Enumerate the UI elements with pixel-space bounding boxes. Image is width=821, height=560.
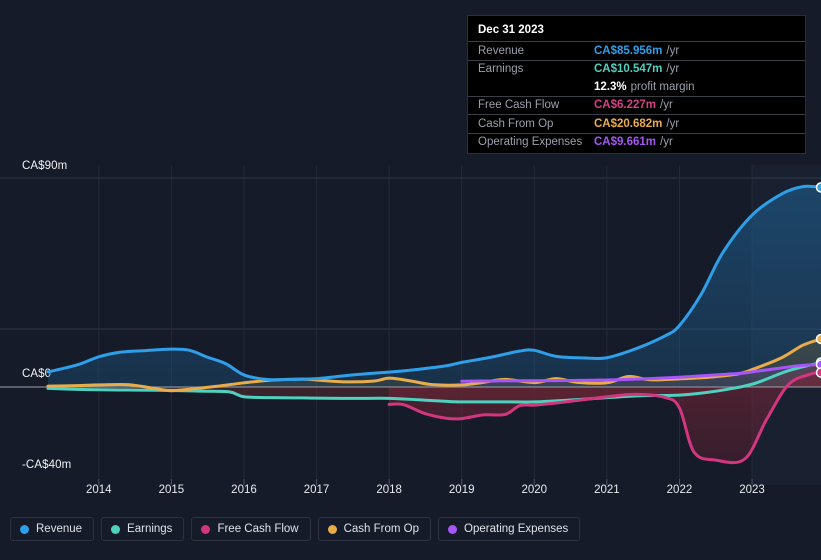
- tooltip-row-label: Operating Expenses: [478, 136, 583, 149]
- series-endpoint-marker-revenue[interactable]: [815, 182, 821, 193]
- financial-chart-widget: CA$90m CA$0 -CA$40m 2014 2015 2016 2017 2018…: [0, 0, 821, 560]
- tooltip-row-value: CA$6.227m: [594, 99, 657, 112]
- tooltip-row: 12.3% profit margin: [468, 78, 805, 96]
- tooltip-row: Cash From Op CA$20.682m/yr: [468, 114, 805, 133]
- series-endpoint-marker-cash-from-op[interactable]: [815, 333, 821, 345]
- legend-item-label: Free Cash Flow: [217, 523, 299, 535]
- tooltip-row: Earnings CA$10.547m/yr: [468, 59, 805, 79]
- x-axis-label-2019: 2019: [448, 484, 475, 496]
- tooltip-row-value: 12.3%: [594, 80, 627, 93]
- tooltip-row-unit: /yr: [666, 117, 680, 130]
- tooltip-date: Dec 31 2023: [478, 24, 544, 36]
- tooltip-row-value: CA$85.956m: [594, 44, 663, 57]
- tooltip-row-label: Free Cash Flow: [478, 99, 560, 112]
- legend-item-revenue[interactable]: Revenue: [10, 517, 95, 541]
- tooltip-row-label: Revenue: [478, 44, 525, 57]
- tooltip-row: Revenue CA$85.956m/yr: [468, 41, 805, 60]
- legend-item-earnings[interactable]: Earnings: [101, 517, 185, 541]
- legend-color-dot-icon: [201, 524, 211, 534]
- legend-item-cash-from-op[interactable]: Cash From Op: [317, 517, 432, 541]
- tooltip-row-unit: /yr: [660, 136, 673, 149]
- tooltip-row-value: CA$10.547m: [594, 63, 663, 76]
- legend-item-label: Cash From Op: [343, 523, 420, 535]
- x-axis-label-2018: 2018: [376, 484, 402, 496]
- legend-color-dot-icon: [327, 524, 337, 534]
- tooltip-row-label: Cash From Op: [478, 117, 554, 130]
- x-axis-label-2020: 2020: [521, 484, 548, 496]
- tooltip-row-unit: /yr: [666, 44, 680, 57]
- tooltip-row-unit: profit margin: [630, 80, 695, 93]
- legend-color-dot-icon: [448, 524, 458, 534]
- x-axis-label-2023: 2023: [739, 484, 765, 496]
- tooltip-row-value: CA$20.682m: [594, 117, 663, 130]
- x-axis-label-2017: 2017: [303, 484, 330, 496]
- x-axis-label-2016: 2016: [231, 484, 257, 496]
- x-axis-label-2021: 2021: [594, 484, 620, 496]
- data-tooltip: Dec 31 2023 Revenue CA$85.956m/yr Earnings…: [467, 15, 806, 154]
- legend-item-label: Earnings: [127, 523, 173, 535]
- tooltip-row: Free Cash Flow CA$6.227m/yr: [468, 95, 805, 115]
- x-axis: 2014 2015 2016 2017 2018 2019 2020 2021 2022 2023: [0, 484, 821, 504]
- tooltip-row-unit: /yr: [660, 99, 673, 112]
- chart-legend[interactable]: Revenue Earnings Free Cash Flow Cash From O…: [10, 517, 581, 541]
- chart-plot-area[interactable]: [0, 165, 821, 485]
- x-axis-label-2014: 2014: [86, 484, 112, 496]
- legend-item-free-cash-flow[interactable]: Free Cash Flow: [191, 517, 311, 541]
- legend-item-operating-expenses[interactable]: Operating Expenses: [438, 517, 581, 541]
- tooltip-rows: Revenue CA$85.956m/yr Earnings CA$10.547m/y…: [468, 41, 805, 151]
- tooltip-row-value: CA$9.661m: [594, 136, 657, 149]
- tooltip-row-label: Earnings: [478, 63, 524, 76]
- tooltip-row: Operating Expenses CA$9.661m/yr: [468, 132, 805, 152]
- chart-svg: [0, 165, 821, 485]
- legend-color-dot-icon: [20, 524, 29, 534]
- legend-item-label: Revenue: [36, 523, 83, 535]
- x-axis-label-2022: 2022: [666, 484, 693, 496]
- legend-item-label: Operating Expenses: [464, 523, 569, 535]
- series-endpoint-marker-free-cash-flow[interactable]: [815, 367, 821, 378]
- tooltip-row-unit: /yr: [666, 63, 680, 76]
- legend-color-dot-icon: [111, 524, 121, 534]
- x-axis-label-2015: 2015: [158, 484, 185, 496]
